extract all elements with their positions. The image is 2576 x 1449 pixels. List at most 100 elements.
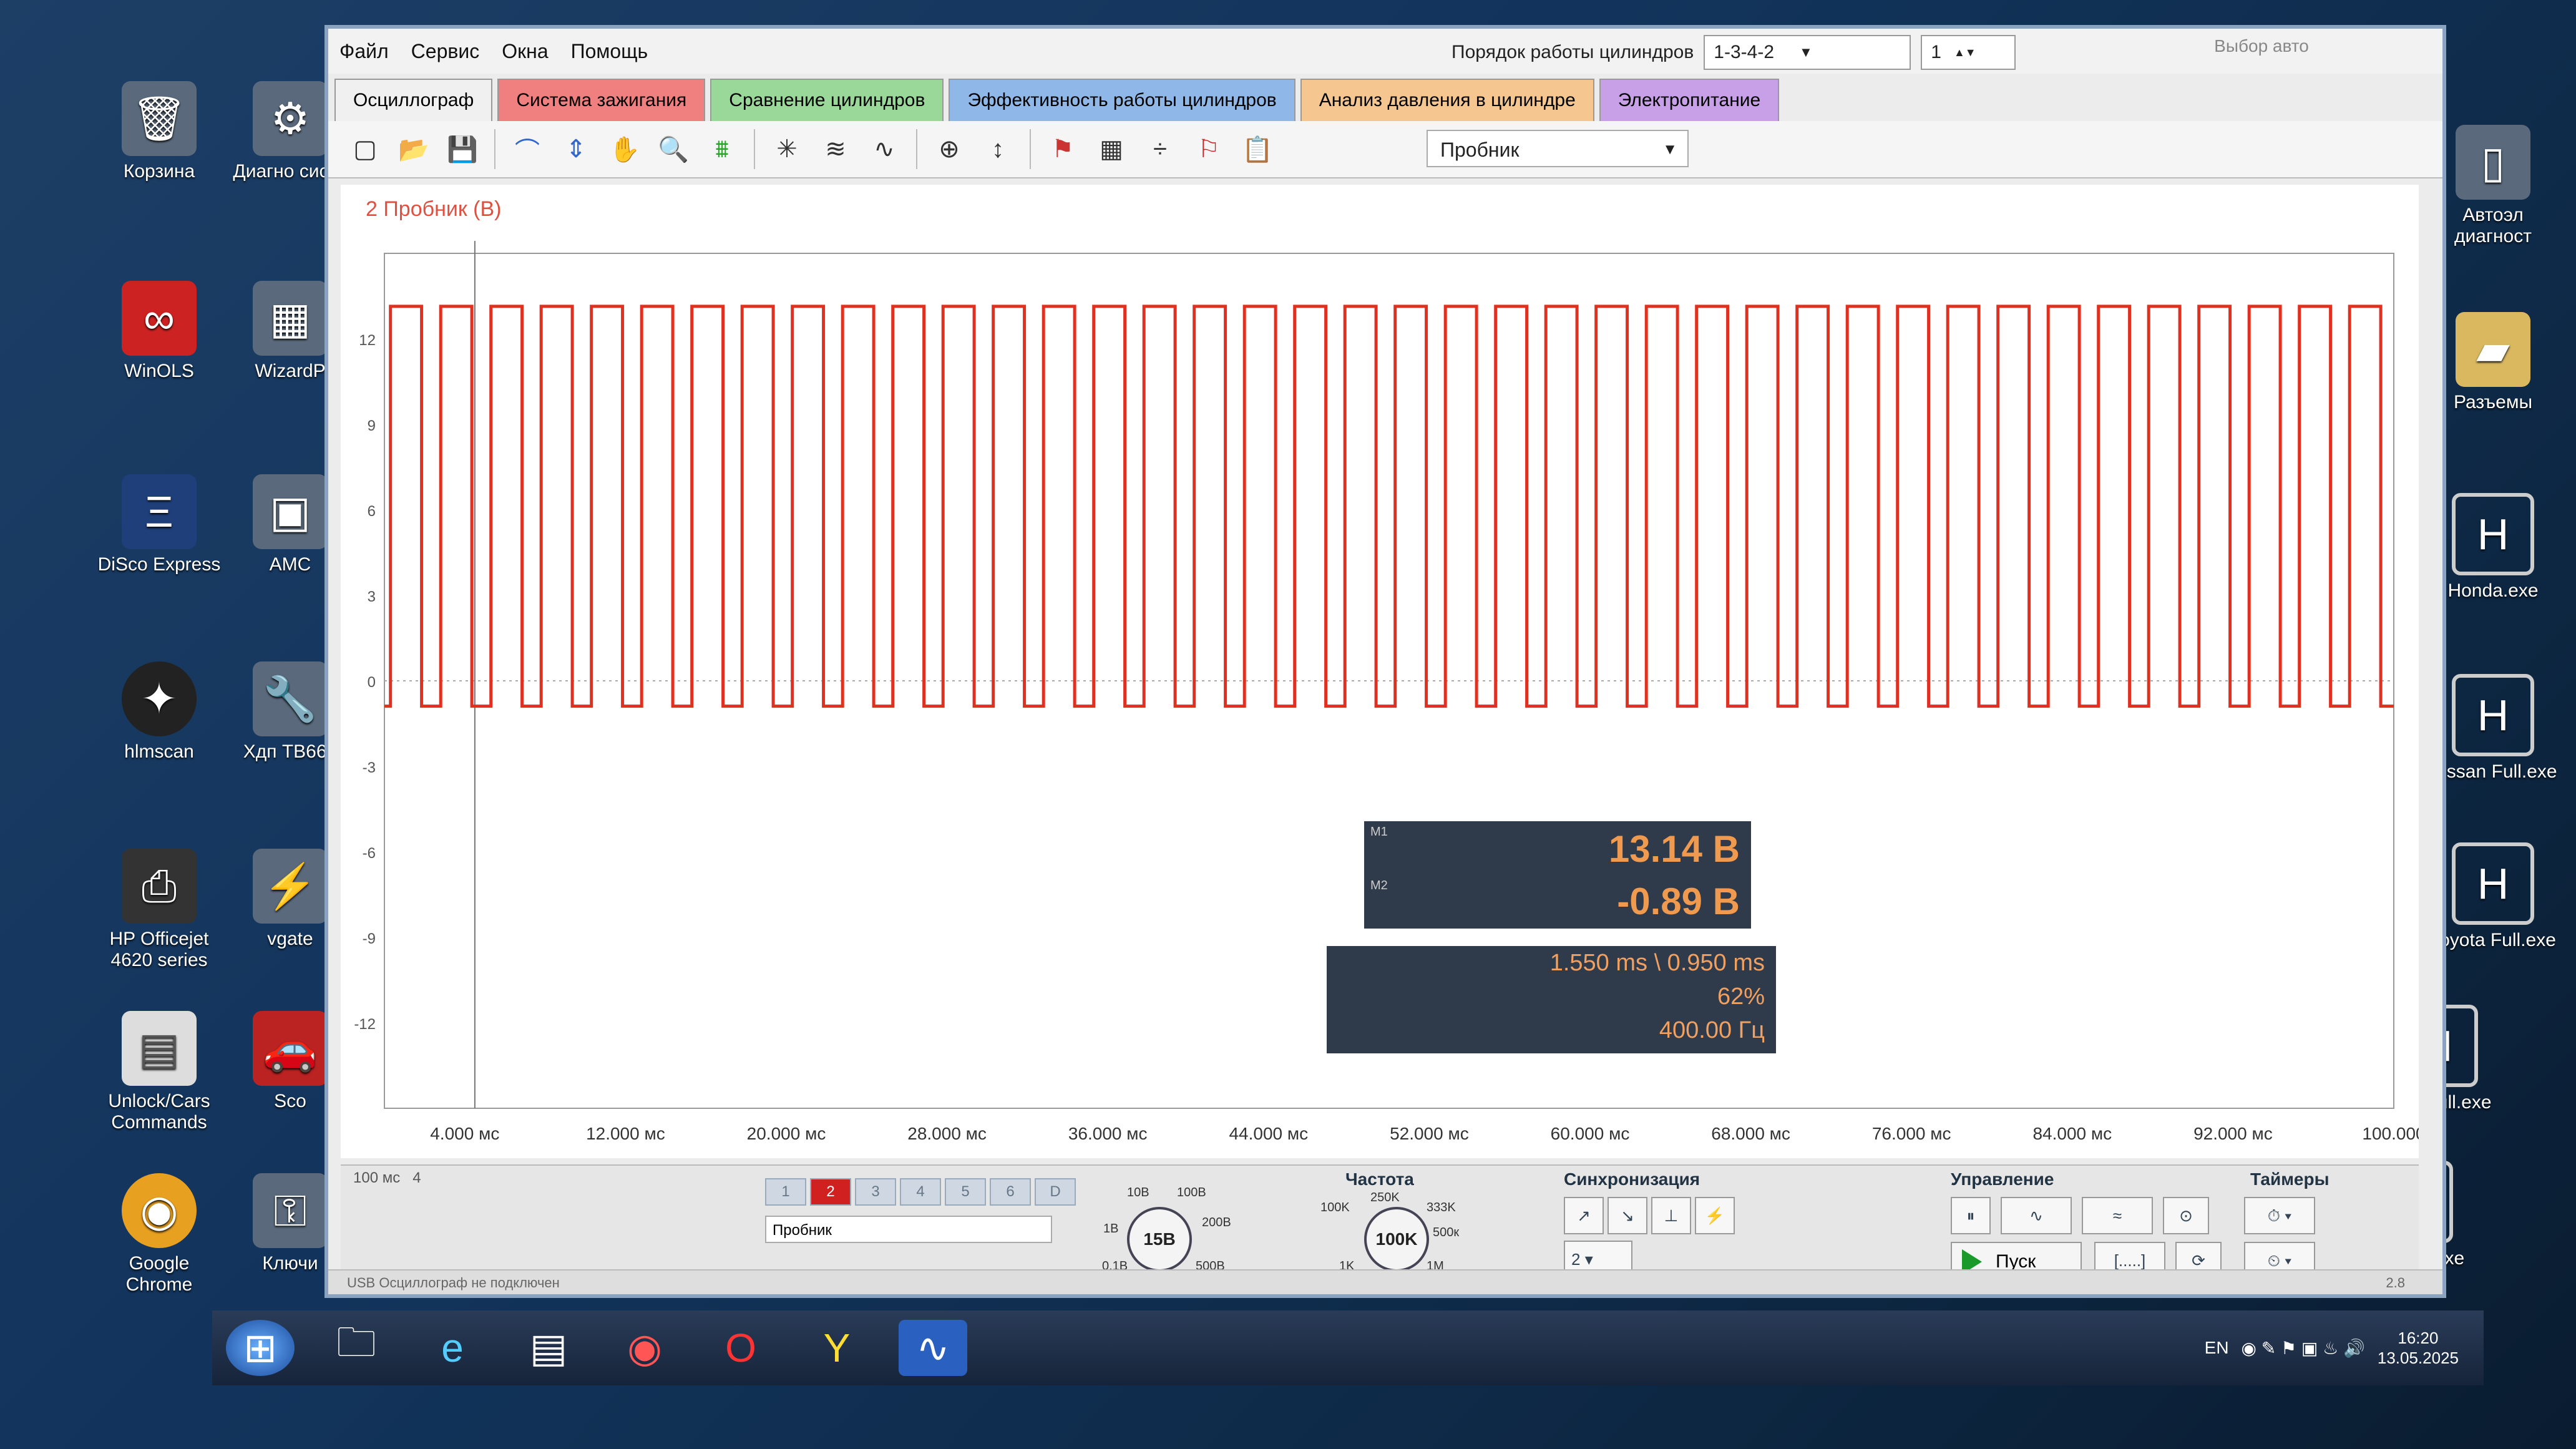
trigger-auto-icon[interactable]: ⚡ xyxy=(1695,1197,1735,1234)
desktop-icon-hlmscan[interactable]: ✦ hlmscan xyxy=(94,661,225,763)
x-tick-label: 36.000 мс xyxy=(1068,1124,1148,1143)
x-tick-label: 76.000 мс xyxy=(1872,1124,1951,1143)
cylinder-order-select[interactable]: 1-3-4-2 ▼ xyxy=(1704,35,1911,70)
zero-offset-icon[interactable]: ↕ xyxy=(978,130,1017,168)
probe-select[interactable]: Пробник ▼ xyxy=(1427,130,1689,167)
system-tray: EN ◉ ✎ ⚑ ▣ ♨ 🔊 16:20 13.05.2025 xyxy=(2205,1310,2459,1385)
open-folder-icon[interactable]: 📂 xyxy=(394,130,433,168)
scale-tool-icon[interactable]: ⇕ xyxy=(557,130,595,168)
zoom-icon[interactable]: 🔍 xyxy=(654,130,693,168)
mercedes-icon: ✦ xyxy=(122,661,197,736)
multi-sine-icon[interactable]: ≈ xyxy=(2082,1197,2153,1234)
desktop-icon-nissan[interactable]: H Nissan Full.exe xyxy=(2427,674,2559,783)
wave-tool-icon[interactable]: ⌒ xyxy=(508,130,547,168)
explorer-icon[interactable]: 🗀 xyxy=(322,1320,391,1376)
desktop-icon-chrome[interactable]: ◉ Google Chrome xyxy=(94,1173,225,1295)
trigger-rise-icon[interactable]: ↗ xyxy=(1564,1197,1604,1234)
desktop-icon-disco[interactable]: Ξ DiSco Express xyxy=(94,474,225,575)
desktop-icon-winols[interactable]: ∞ WinOLS xyxy=(94,281,225,382)
menu-bar: Файл Сервис Окна Помощь Порядок работы ц… xyxy=(328,29,2442,74)
wizard-icon: ▦ xyxy=(253,281,328,356)
menu-file[interactable]: Файл xyxy=(328,40,400,63)
time-per-div[interactable]: 100 мс xyxy=(353,1169,400,1187)
scope-plot-area[interactable]: 12 9 6 3 0 -3 -6 -9 -12 4.000 мс 12.000 мс 20.000 м… xyxy=(341,185,2419,1158)
tab-3[interactable]: Эффективность работы цилиндров xyxy=(949,79,1295,121)
tab-4[interactable]: Анализ давления в цилиндре xyxy=(1300,79,1594,121)
menu-service[interactable]: Сервис xyxy=(400,40,491,63)
opera-icon[interactable]: O xyxy=(706,1320,775,1376)
channel-button-4[interactable]: 4 xyxy=(900,1178,941,1206)
pause-icon[interactable]: ⏸ xyxy=(1951,1197,1991,1234)
language-indicator[interactable]: EN xyxy=(2205,1338,2229,1358)
divide-icon[interactable]: ÷ xyxy=(1141,130,1179,168)
desktop-icon-toyota[interactable]: H Toyota Full.exe xyxy=(2427,842,2559,951)
save-icon[interactable]: 💾 xyxy=(443,130,482,168)
trigger-level-icon[interactable]: ⊥ xyxy=(1651,1197,1691,1234)
x-tick-label: 52.000 мс xyxy=(1390,1124,1469,1143)
internet-explorer-icon[interactable]: e xyxy=(418,1320,487,1376)
y-tick-label: -9 xyxy=(363,930,376,947)
trigger-fall-icon[interactable]: ↘ xyxy=(1608,1197,1647,1234)
marker-filter-icon[interactable]: ⚑ xyxy=(1043,130,1082,168)
auto-mode-icon[interactable]: ⊙ xyxy=(2163,1197,2209,1234)
tab-1[interactable]: Система зажигания xyxy=(497,79,706,121)
tab-5[interactable]: Электропитание xyxy=(1599,79,1780,121)
sine-mode-icon[interactable]: ∿ xyxy=(2001,1197,2072,1234)
notes-icon[interactable]: 📋 xyxy=(1238,130,1277,168)
channel-button-D[interactable]: D xyxy=(1035,1178,1076,1206)
probe-name-field[interactable]: Пробник xyxy=(765,1216,1052,1243)
voltage-tick: 1В xyxy=(1103,1222,1119,1236)
diagnostic-app-icon: ⚙ xyxy=(253,81,328,156)
toolbar-divider xyxy=(754,129,755,169)
start-menu-icon[interactable]: ⊞ xyxy=(226,1320,295,1376)
channel-button-1[interactable]: 1 xyxy=(765,1178,806,1206)
div-count[interactable]: 4 xyxy=(412,1169,421,1187)
spark-icon[interactable]: ✳ xyxy=(768,130,806,168)
clock[interactable]: 16:20 13.05.2025 xyxy=(2378,1328,2459,1368)
flag-add-icon[interactable]: ⚐ xyxy=(1189,130,1228,168)
desktop-icon-auto-diagnostic[interactable]: ▯ Автоэл диагност xyxy=(2427,125,2559,247)
cylinder-index-stepper[interactable]: 1 ▲▼ xyxy=(1921,35,2016,70)
channel-button-2[interactable]: 2 xyxy=(810,1178,851,1206)
desktop-icon-recycle-bin[interactable]: 🗑 Корзина xyxy=(94,81,225,182)
tab-0[interactable]: Осциллограф xyxy=(334,79,493,121)
x-tick-label: 4.000 мс xyxy=(430,1124,499,1143)
file-manager-icon[interactable]: ▤ xyxy=(514,1320,583,1376)
channel-button-3[interactable]: 3 xyxy=(855,1178,896,1206)
auto-scale-icon[interactable]: ⊕ xyxy=(930,130,968,168)
yandex-browser-icon[interactable]: Y xyxy=(803,1320,871,1376)
desktop-icon-connectors[interactable]: ▰ Разъемы xyxy=(2427,312,2559,413)
tab-2[interactable]: Сравнение цилиндров xyxy=(710,79,944,121)
printer-icon: ⎙ xyxy=(122,849,197,924)
channel-button-5[interactable]: 5 xyxy=(945,1178,986,1206)
desktop: 🗑 Корзина ⚙ Диагно систе ∞ WinOLS ▦ Wiza… xyxy=(0,0,2576,1449)
voltage-tick: 100В xyxy=(1177,1186,1206,1199)
overlay-wave-icon[interactable]: ∿ xyxy=(865,130,904,168)
x-tick-label: 68.000 мс xyxy=(1711,1124,1790,1143)
desktop-icon-printer[interactable]: ⎙ HP Officejet 4620 series xyxy=(94,849,225,971)
desktop-icon-label: hlmscan xyxy=(124,741,194,762)
tray-icons[interactable]: ◉ ✎ ⚑ ▣ ♨ 🔊 xyxy=(2242,1338,2365,1359)
desktop-icon-honda[interactable]: H Honda.exe xyxy=(2427,493,2559,602)
frequency-value: 400.00 Гц xyxy=(1659,1017,1765,1043)
x-tick-label: 100.000 xyxy=(2362,1124,2419,1143)
hand-pan-icon[interactable]: ✋ xyxy=(605,130,644,168)
marker-readout-panel: M1 13.14 В M2 -0.89 В xyxy=(1364,821,1751,929)
desktop-icon-commands[interactable]: ▤ Unlock/Cars Commands xyxy=(94,1011,225,1133)
oscilloscope-taskbar-icon[interactable]: ∿ xyxy=(899,1320,967,1376)
timer-icon[interactable]: ⏱ ▾ xyxy=(2244,1197,2315,1234)
filter-icon[interactable]: ⩩ xyxy=(703,130,741,168)
menu-help[interactable]: Помощь xyxy=(560,40,660,63)
car-select-button[interactable]: Выбор авто xyxy=(2099,36,2424,56)
voltage-dial[interactable]: 15В xyxy=(1127,1207,1192,1272)
chrome-icon: ◉ xyxy=(122,1173,197,1248)
chrome-taskbar-icon[interactable]: ◉ xyxy=(610,1320,679,1376)
menu-windows[interactable]: Окна xyxy=(490,40,559,63)
multi-wave-icon[interactable]: ≋ xyxy=(816,130,855,168)
grid-icon[interactable]: ▦ xyxy=(1092,130,1131,168)
channel-button-6[interactable]: 6 xyxy=(990,1178,1031,1206)
new-file-icon[interactable]: ▢ xyxy=(346,130,384,168)
frequency-dial[interactable]: 100K xyxy=(1364,1207,1429,1272)
taskbar: ⊞ 🗀 e ▤ ◉ O Y ∿ EN ◉ ✎ ⚑ ▣ ♨ 🔊 16:20 13.… xyxy=(212,1310,2484,1385)
y-tick-label: 12 xyxy=(359,332,376,349)
